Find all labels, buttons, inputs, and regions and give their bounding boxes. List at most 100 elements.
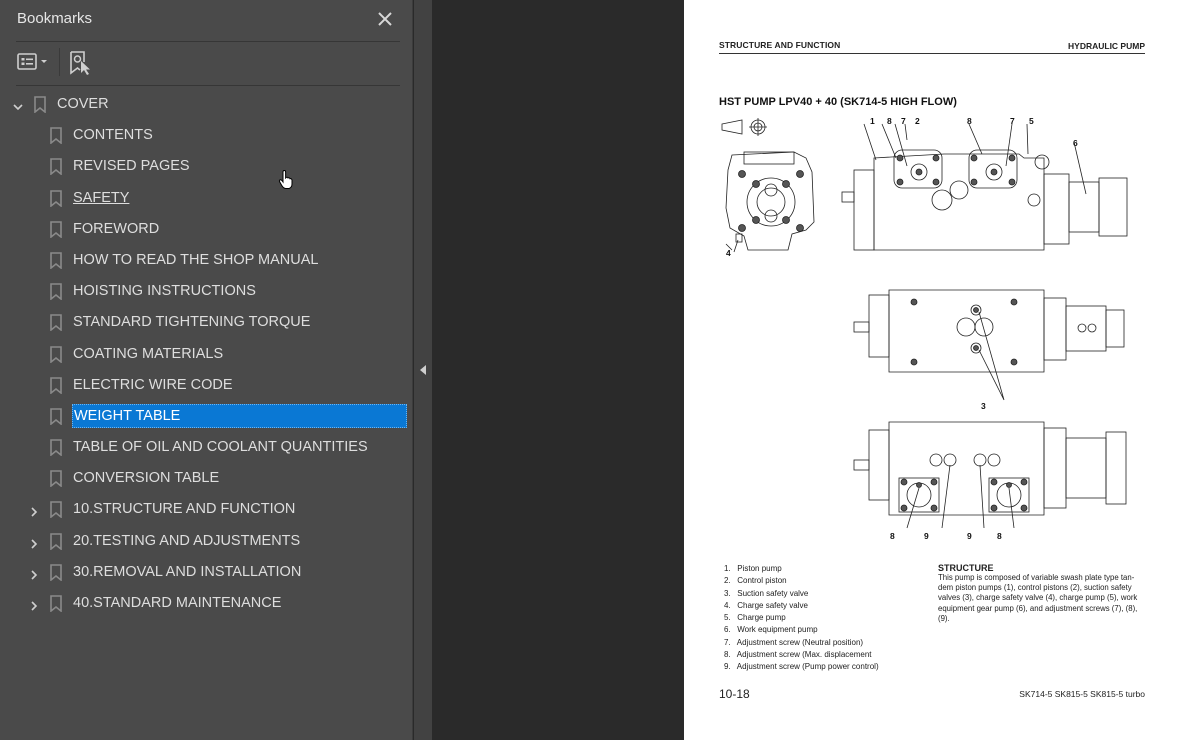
bookmark-item[interactable]: CONVERSION TABLE [0, 463, 413, 494]
bookmark-icon [50, 189, 62, 208]
parts-legend: 1. Piston pump 2. Control piston 3. Suctio… [724, 563, 879, 674]
part-name: Charge pump [737, 613, 786, 623]
structure-line: valves (3), charge safety valve (4), cha… [938, 593, 1138, 603]
part-number: 7. [724, 637, 731, 647]
bookmark-label[interactable]: COATING MATERIALS [72, 342, 224, 366]
bookmark-item[interactable]: WEIGHT TABLE [0, 401, 413, 432]
structure-body: This pump is composed of variable swash … [938, 573, 1146, 624]
bookmark-item[interactable]: 30.REMOVAL AND INSTALLATION [0, 557, 413, 588]
pdf-viewer: Bookmarks COVER CONTENTS REVISED PAGES S… [0, 0, 1200, 740]
page-footer-models: SK714-5 SK815-5 SK815-5 turbo [1019, 689, 1145, 699]
callout-number: 3 [981, 401, 986, 411]
part-name: Work equipment pump [737, 625, 818, 635]
collapse-panel-button[interactable] [418, 362, 428, 376]
bookmark-icon [50, 283, 62, 301]
projection-symbol-icon [721, 118, 767, 136]
structure-heading: STRUCTURE [938, 563, 994, 573]
pump-bottom-view [853, 421, 1127, 529]
part-name: Adjustment screw (Max. displacement [736, 650, 872, 660]
structure-line: (9). [938, 613, 950, 623]
part-name: Adjustment screw (Neutral position) [736, 637, 864, 647]
close-panel-button[interactable] [374, 8, 396, 30]
pump-end-view [725, 151, 815, 251]
bookmark-icon [50, 408, 62, 426]
bookmark-item[interactable]: CONTENTS [0, 120, 413, 151]
chevron-right-icon[interactable] [28, 503, 40, 518]
bookmark-icon [50, 314, 62, 332]
bookmark-item[interactable]: TABLE OF OIL AND COOLANT QUANTITIES [0, 432, 413, 463]
bookmark-label[interactable]: HOISTING INSTRUCTIONS [72, 279, 257, 303]
bookmark-icon [50, 564, 62, 582]
bookmarks-panel: Bookmarks COVER CONTENTS REVISED PAGES S… [0, 0, 413, 740]
bookmark-icon [50, 345, 62, 364]
bookmark-label[interactable]: SAFETY [72, 186, 130, 210]
bookmark-item[interactable]: ELECTRIC WIRE CODE [0, 370, 413, 401]
toolbar-separator [59, 48, 60, 76]
part-number: 2. [724, 576, 731, 586]
part-name: Piston pump [737, 564, 782, 573]
find-current-bookmark-button[interactable] [68, 50, 94, 76]
bookmark-item[interactable]: COVER [0, 89, 413, 120]
bookmark-item[interactable]: HOW TO READ THE SHOP MANUAL [0, 245, 413, 276]
part-number: 9. [724, 662, 731, 672]
bookmark-label[interactable]: 10.STRUCTURE AND FUNCTION [72, 497, 296, 521]
bookmark-label[interactable]: 40.STANDARD MAINTENANCE [72, 591, 282, 615]
bookmark-label[interactable]: 20.TESTING AND ADJUSTMENTS [72, 529, 301, 553]
bookmark-item[interactable]: 10.STRUCTURE AND FUNCTION [0, 494, 413, 525]
part-item: 8. Adjustment screw (Max. displacement [724, 649, 879, 661]
bookmark-label[interactable]: COVER [56, 92, 110, 116]
bookmark-label[interactable]: FOREWORD [72, 217, 160, 241]
callout-number: 9 [924, 531, 929, 541]
part-name: Control piston [737, 576, 787, 586]
callout-number: 2 [915, 116, 920, 126]
bookmark-label[interactable]: 30.REMOVAL AND INSTALLATION [72, 560, 302, 584]
bookmark-item[interactable]: 20.TESTING AND ADJUSTMENTS [0, 526, 413, 557]
options-menu-button[interactable] [16, 50, 52, 74]
bookmark-item[interactable]: SAFETY [0, 183, 413, 214]
bookmark-item[interactable]: HOISTING INSTRUCTIONS [0, 276, 413, 307]
bookmark-icon [50, 595, 62, 613]
part-number: 6. [724, 625, 731, 635]
callout-number: 6 [1073, 138, 1078, 148]
callout-number: 8 [997, 531, 1002, 541]
callout-number: 5 [1029, 116, 1034, 126]
bookmark-item[interactable]: 40.STANDARD MAINTENANCE [0, 588, 413, 619]
bookmark-item[interactable]: REVISED PAGES [0, 151, 413, 182]
page-header-topic: HYDRAULIC PUMP [1068, 41, 1145, 51]
bookmark-label[interactable]: TABLE OF OIL AND COOLANT QUANTITIES [72, 435, 369, 459]
bookmark-find-icon [70, 51, 90, 75]
part-number: 4. [724, 600, 731, 610]
bookmark-label[interactable]: ELECTRIC WIRE CODE [72, 373, 234, 397]
part-item: 5. Charge pump [724, 612, 879, 624]
panel-splitter[interactable] [414, 0, 432, 740]
bookmark-icon [50, 376, 62, 395]
part-item: 9. Adjustment screw (Pump power control) [724, 661, 879, 673]
page-header-rule [719, 53, 1145, 54]
bookmark-item[interactable]: COATING MATERIALS [0, 339, 413, 370]
hydraulic-pump-diagram [721, 118, 1128, 529]
bookmark-icon [50, 532, 62, 551]
bookmark-item[interactable]: FOREWORD [0, 214, 413, 245]
bookmark-label[interactable]: WEIGHT TABLE [72, 403, 407, 428]
bookmark-item[interactable]: STANDARD TIGHTENING TORQUE [0, 307, 413, 338]
bookmark-icon [50, 501, 62, 520]
close-icon [378, 12, 392, 26]
structure-description: STRUCTURE This pump is composed of varia… [938, 563, 1146, 624]
bookmark-icon [50, 127, 62, 145]
bookmark-label[interactable]: STANDARD TIGHTENING TORQUE [72, 310, 311, 334]
bookmark-icon [50, 470, 62, 488]
part-item: 7. Adjustment screw (Neutral position) [724, 637, 879, 649]
part-number: 8. [724, 650, 731, 660]
chevron-right-icon[interactable] [28, 566, 40, 580]
chevron-right-icon[interactable] [28, 597, 40, 611]
bookmark-label[interactable]: CONTENTS [72, 123, 154, 147]
bookmark-label[interactable]: REVISED PAGES [72, 154, 191, 178]
chevron-right-icon[interactable] [28, 535, 40, 549]
bookmark-icon [50, 252, 62, 270]
bookmark-label[interactable]: HOW TO READ THE SHOP MANUAL [72, 248, 319, 272]
part-item: 4. Charge safety valve [724, 600, 879, 612]
bookmark-label[interactable]: CONVERSION TABLE [72, 466, 220, 490]
part-name: Suction safety valve [737, 588, 809, 598]
chevron-down-icon[interactable] [12, 98, 24, 111]
structure-line: equipment gear pump (6), and adjustment … [938, 603, 1138, 613]
